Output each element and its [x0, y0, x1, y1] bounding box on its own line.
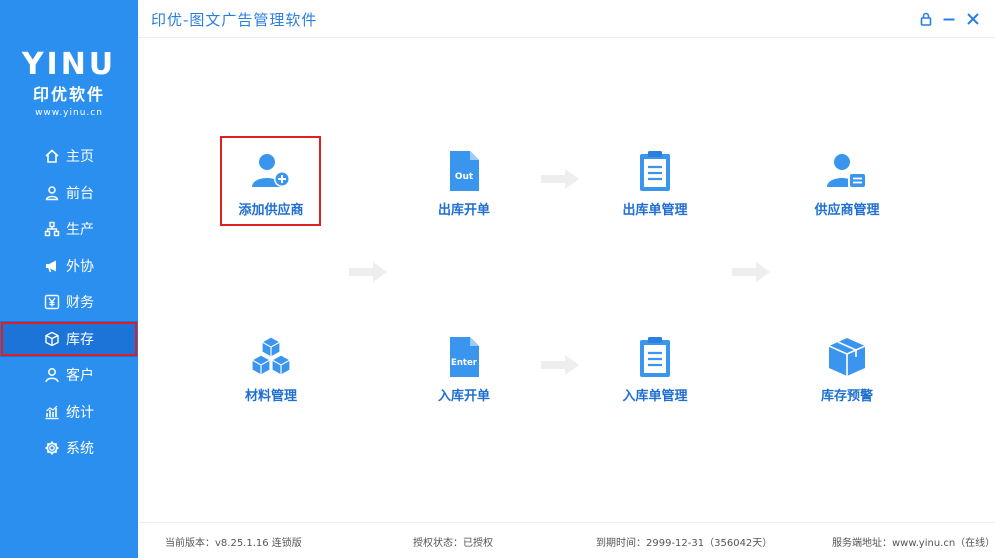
home-icon — [44, 148, 60, 164]
arrow-right-icon — [732, 262, 770, 282]
logo-url: www.yinu.cn — [35, 108, 103, 118]
clipboard-icon — [640, 337, 670, 377]
outbound-create-label: 出库开单 — [437, 203, 490, 218]
sidebar-nav: 主页 前台 生产 外协 财务 库存 客户 统计 系统 — [0, 138, 138, 467]
expire-date: 到期时间：2999-12-31（356042天） — [596, 538, 773, 549]
material-manage-label: 材料管理 — [244, 389, 297, 404]
inbound-create-button[interactable]: Enter 入库开单 — [414, 333, 514, 423]
sidebar-item-finance[interactable]: 财务 — [0, 284, 138, 321]
status-bar: 当前版本：v8.25.1.16 连锁版 授权状态：已授权 到期时间：2999-1… — [138, 522, 995, 558]
lock-icon[interactable] — [917, 10, 935, 28]
logo-mark: YINU — [21, 47, 117, 82]
outbound-manage-label: 出库单管理 — [622, 203, 688, 218]
sidebar-item-customer[interactable]: 客户 — [0, 357, 138, 394]
sidebar-item-home[interactable]: 主页 — [0, 138, 138, 175]
logo-name: 印优软件 — [32, 85, 105, 104]
close-icon[interactable] — [964, 10, 982, 28]
outbound-manage-button[interactable]: 出库单管理 — [605, 147, 705, 237]
out-badge-text: Out — [455, 172, 474, 182]
sidebar-item-label: 主页 — [66, 149, 94, 166]
add-supplier-label: 添加供应商 — [238, 203, 304, 218]
minimize-icon[interactable] — [940, 10, 958, 28]
org-chart-icon — [44, 221, 60, 237]
sidebar-item-label: 外协 — [66, 258, 94, 275]
document-enter-icon: Enter — [450, 337, 479, 377]
inbound-manage-button[interactable]: 入库单管理 — [605, 333, 705, 423]
stock-warning-button[interactable]: 库存预警 — [797, 333, 897, 423]
sidebar-item-label: 统计 — [66, 404, 94, 421]
add-supplier-button[interactable]: 添加供应商 — [221, 147, 321, 237]
sidebar-item-label: 前台 — [66, 185, 94, 202]
stock-warning-label: 库存预警 — [820, 389, 873, 404]
sidebar-item-production[interactable]: 生产 — [0, 211, 138, 248]
inbound-manage-label: 入库单管理 — [622, 389, 688, 404]
title-bar: 印优-图文广告管理软件 — [138, 0, 995, 38]
clipboard-icon — [640, 151, 670, 191]
supplier-manage-label: 供应商管理 — [814, 203, 880, 218]
user-desk-icon — [44, 185, 60, 201]
logo: YINU 印优软件 www.yinu.cn — [0, 48, 138, 119]
version-info: 当前版本：v8.25.1.16 连锁版 — [165, 538, 302, 549]
sidebar-item-label: 系统 — [66, 441, 94, 458]
sidebar-item-front-desk[interactable]: 前台 — [0, 175, 138, 212]
chart-icon — [44, 404, 60, 420]
person-icon — [44, 367, 60, 383]
window-title: 印优-图文广告管理软件 — [151, 11, 318, 29]
server-address: 服务端地址：www.yinu.cn（在线） — [832, 538, 995, 549]
yuan-icon — [44, 294, 60, 310]
arrow-right-icon — [541, 169, 579, 189]
sidebar-item-statistics[interactable]: 统计 — [0, 394, 138, 431]
sidebar-item-label: 客户 — [66, 368, 94, 385]
gear-icon — [44, 440, 60, 456]
sidebar-item-label: 生产 — [66, 222, 94, 239]
sidebar-item-label: 库存 — [66, 331, 94, 348]
sidebar-item-outsource[interactable]: 外协 — [0, 248, 138, 285]
add-user-icon — [252, 154, 290, 187]
sidebar: YINU 印优软件 www.yinu.cn 主页 前台 生产 外协 财务 库存 … — [0, 0, 138, 558]
sidebar-item-system[interactable]: 系统 — [0, 430, 138, 467]
megaphone-icon — [44, 258, 60, 274]
cubes-icon — [251, 336, 291, 376]
document-out-icon: Out — [450, 151, 479, 191]
user-list-icon — [827, 154, 867, 189]
inbound-create-label: 入库开单 — [437, 389, 490, 404]
sidebar-item-inventory[interactable]: 库存 — [0, 320, 138, 357]
package-icon — [828, 338, 866, 376]
auth-status: 授权状态：已授权 — [413, 538, 493, 549]
outbound-create-button[interactable]: Out 出库开单 — [414, 147, 514, 237]
sidebar-item-label: 财务 — [66, 295, 94, 312]
material-manage-button[interactable]: 材料管理 — [221, 333, 321, 423]
supplier-manage-button[interactable]: 供应商管理 — [797, 147, 897, 237]
arrow-right-icon — [541, 355, 579, 375]
arrow-right-icon — [349, 262, 387, 282]
box-icon — [44, 331, 60, 347]
enter-badge-text: Enter — [451, 358, 478, 368]
